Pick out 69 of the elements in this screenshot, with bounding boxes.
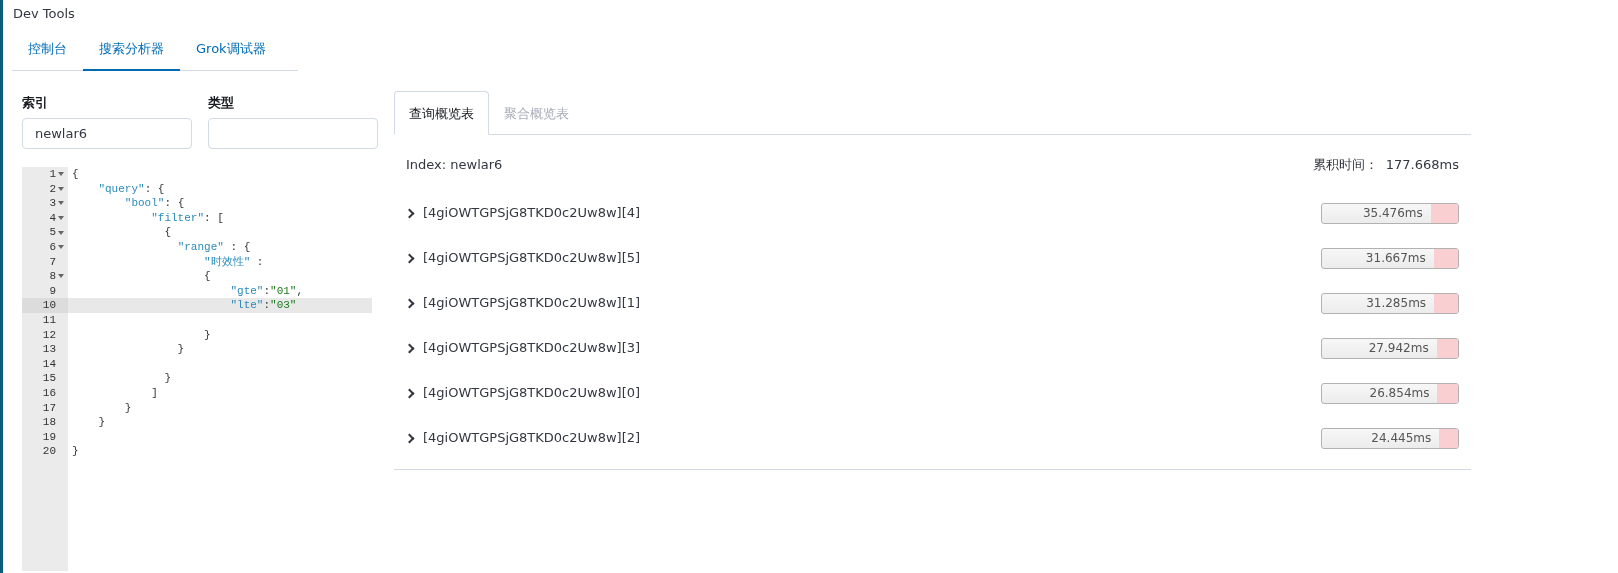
line-number: 14 xyxy=(42,356,56,372)
fold-arrow-icon[interactable] xyxy=(58,216,64,221)
fold-arrow-icon[interactable] xyxy=(58,245,64,250)
line-number: 5 xyxy=(49,225,56,240)
line-number: 2 xyxy=(49,181,56,197)
tab[interactable]: Grok调试器 xyxy=(180,30,282,71)
shard-name[interactable]: [4giOWTGPSjG8TKD0c2Uw8w][1] xyxy=(423,293,1321,313)
line-number: 7 xyxy=(49,254,56,270)
code-line: } xyxy=(176,342,185,357)
index-name: Index: newlar6 xyxy=(406,156,503,174)
total-time-label: 累积时间： xyxy=(1312,156,1378,174)
shard-name[interactable]: [4giOWTGPSjG8TKD0c2Uw8w][5] xyxy=(423,248,1321,268)
fold-arrow-icon[interactable] xyxy=(58,230,64,235)
code-line: "range" : { xyxy=(176,239,251,255)
page-title: Dev Tools xyxy=(12,5,76,23)
code-line: } xyxy=(203,327,211,343)
line-number: 19 xyxy=(42,429,56,445)
line-number: 15 xyxy=(42,371,56,386)
code-line: { xyxy=(71,167,79,182)
tab[interactable]: 控制台 xyxy=(12,30,83,71)
shard-name[interactable]: [4giOWTGPSjG8TKD0c2Uw8w][2] xyxy=(423,428,1321,448)
line-number: 11 xyxy=(42,312,56,328)
line-number: 3 xyxy=(49,196,56,211)
code-line: "filter": [ xyxy=(150,210,224,226)
code-line: ] xyxy=(150,385,158,401)
code-line: { xyxy=(203,269,211,284)
line-number: 13 xyxy=(42,342,56,357)
total-time-value: 177.668ms xyxy=(1385,156,1459,174)
line-number: 1 xyxy=(49,167,56,182)
code-line: "bool": { xyxy=(123,196,185,211)
input-field[interactable]: newlar6 xyxy=(22,118,192,149)
line-number: 4 xyxy=(49,210,56,226)
code-line: { xyxy=(163,225,172,240)
shard-name[interactable]: [4giOWTGPSjG8TKD0c2Uw8w][4] xyxy=(423,203,1321,223)
time-reading: 31.285ms xyxy=(1365,294,1428,312)
code-line: } xyxy=(123,400,132,416)
code-line: } xyxy=(71,444,79,459)
line-number: 8 xyxy=(49,269,56,284)
input-field[interactable] xyxy=(208,118,378,149)
field-label: 索引 xyxy=(22,93,49,112)
tab[interactable]: 查询概览表 xyxy=(394,90,489,135)
line-number: 16 xyxy=(42,385,56,401)
code-line: "gte":"01", xyxy=(229,283,304,299)
shard-name[interactable]: [4giOWTGPSjG8TKD0c2Uw8w][3] xyxy=(423,338,1321,358)
line-number: 9 xyxy=(49,283,56,299)
code-line: } xyxy=(97,415,105,430)
time-reading: 27.942ms xyxy=(1367,339,1430,357)
shard-name[interactable]: [4giOWTGPSjG8TKD0c2Uw8w][0] xyxy=(423,383,1321,403)
fold-arrow-icon[interactable] xyxy=(58,274,64,279)
time-reading: 26.854ms xyxy=(1368,384,1431,402)
line-number: 12 xyxy=(42,327,56,343)
code-editor[interactable]: 1 { 2 "query": { 3 "bool": { 4 "filter": [ 5 { 6 "range" : { 7 "时效性" : 8 { 9 "gte":"01", 10 "lte":"03" 11 12 } 13 } 14 15 } 16 ] 17 } 18 } 19 20 } xyxy=(22,167,372,571)
line-number: 17 xyxy=(42,400,56,416)
time-reading: 24.445ms xyxy=(1370,429,1433,447)
time-reading: 31.667ms xyxy=(1364,249,1427,267)
fold-arrow-icon[interactable] xyxy=(58,186,64,191)
fold-arrow-icon[interactable] xyxy=(58,172,64,177)
fold-arrow-icon[interactable] xyxy=(58,201,64,206)
line-number: 6 xyxy=(49,239,56,255)
code-line: "时效性" : xyxy=(203,254,264,270)
code-line: "lte":"03" xyxy=(229,298,297,313)
code-line: "query": { xyxy=(97,181,165,197)
line-number: 18 xyxy=(42,415,56,430)
line-number: 20 xyxy=(42,444,56,459)
time-reading: 35.476ms xyxy=(1361,204,1424,222)
field-label: 类型 xyxy=(208,93,235,112)
code-line: } xyxy=(163,371,172,386)
line-number: 10 xyxy=(42,298,56,313)
tab[interactable]: 搜索分析器 xyxy=(83,30,180,71)
